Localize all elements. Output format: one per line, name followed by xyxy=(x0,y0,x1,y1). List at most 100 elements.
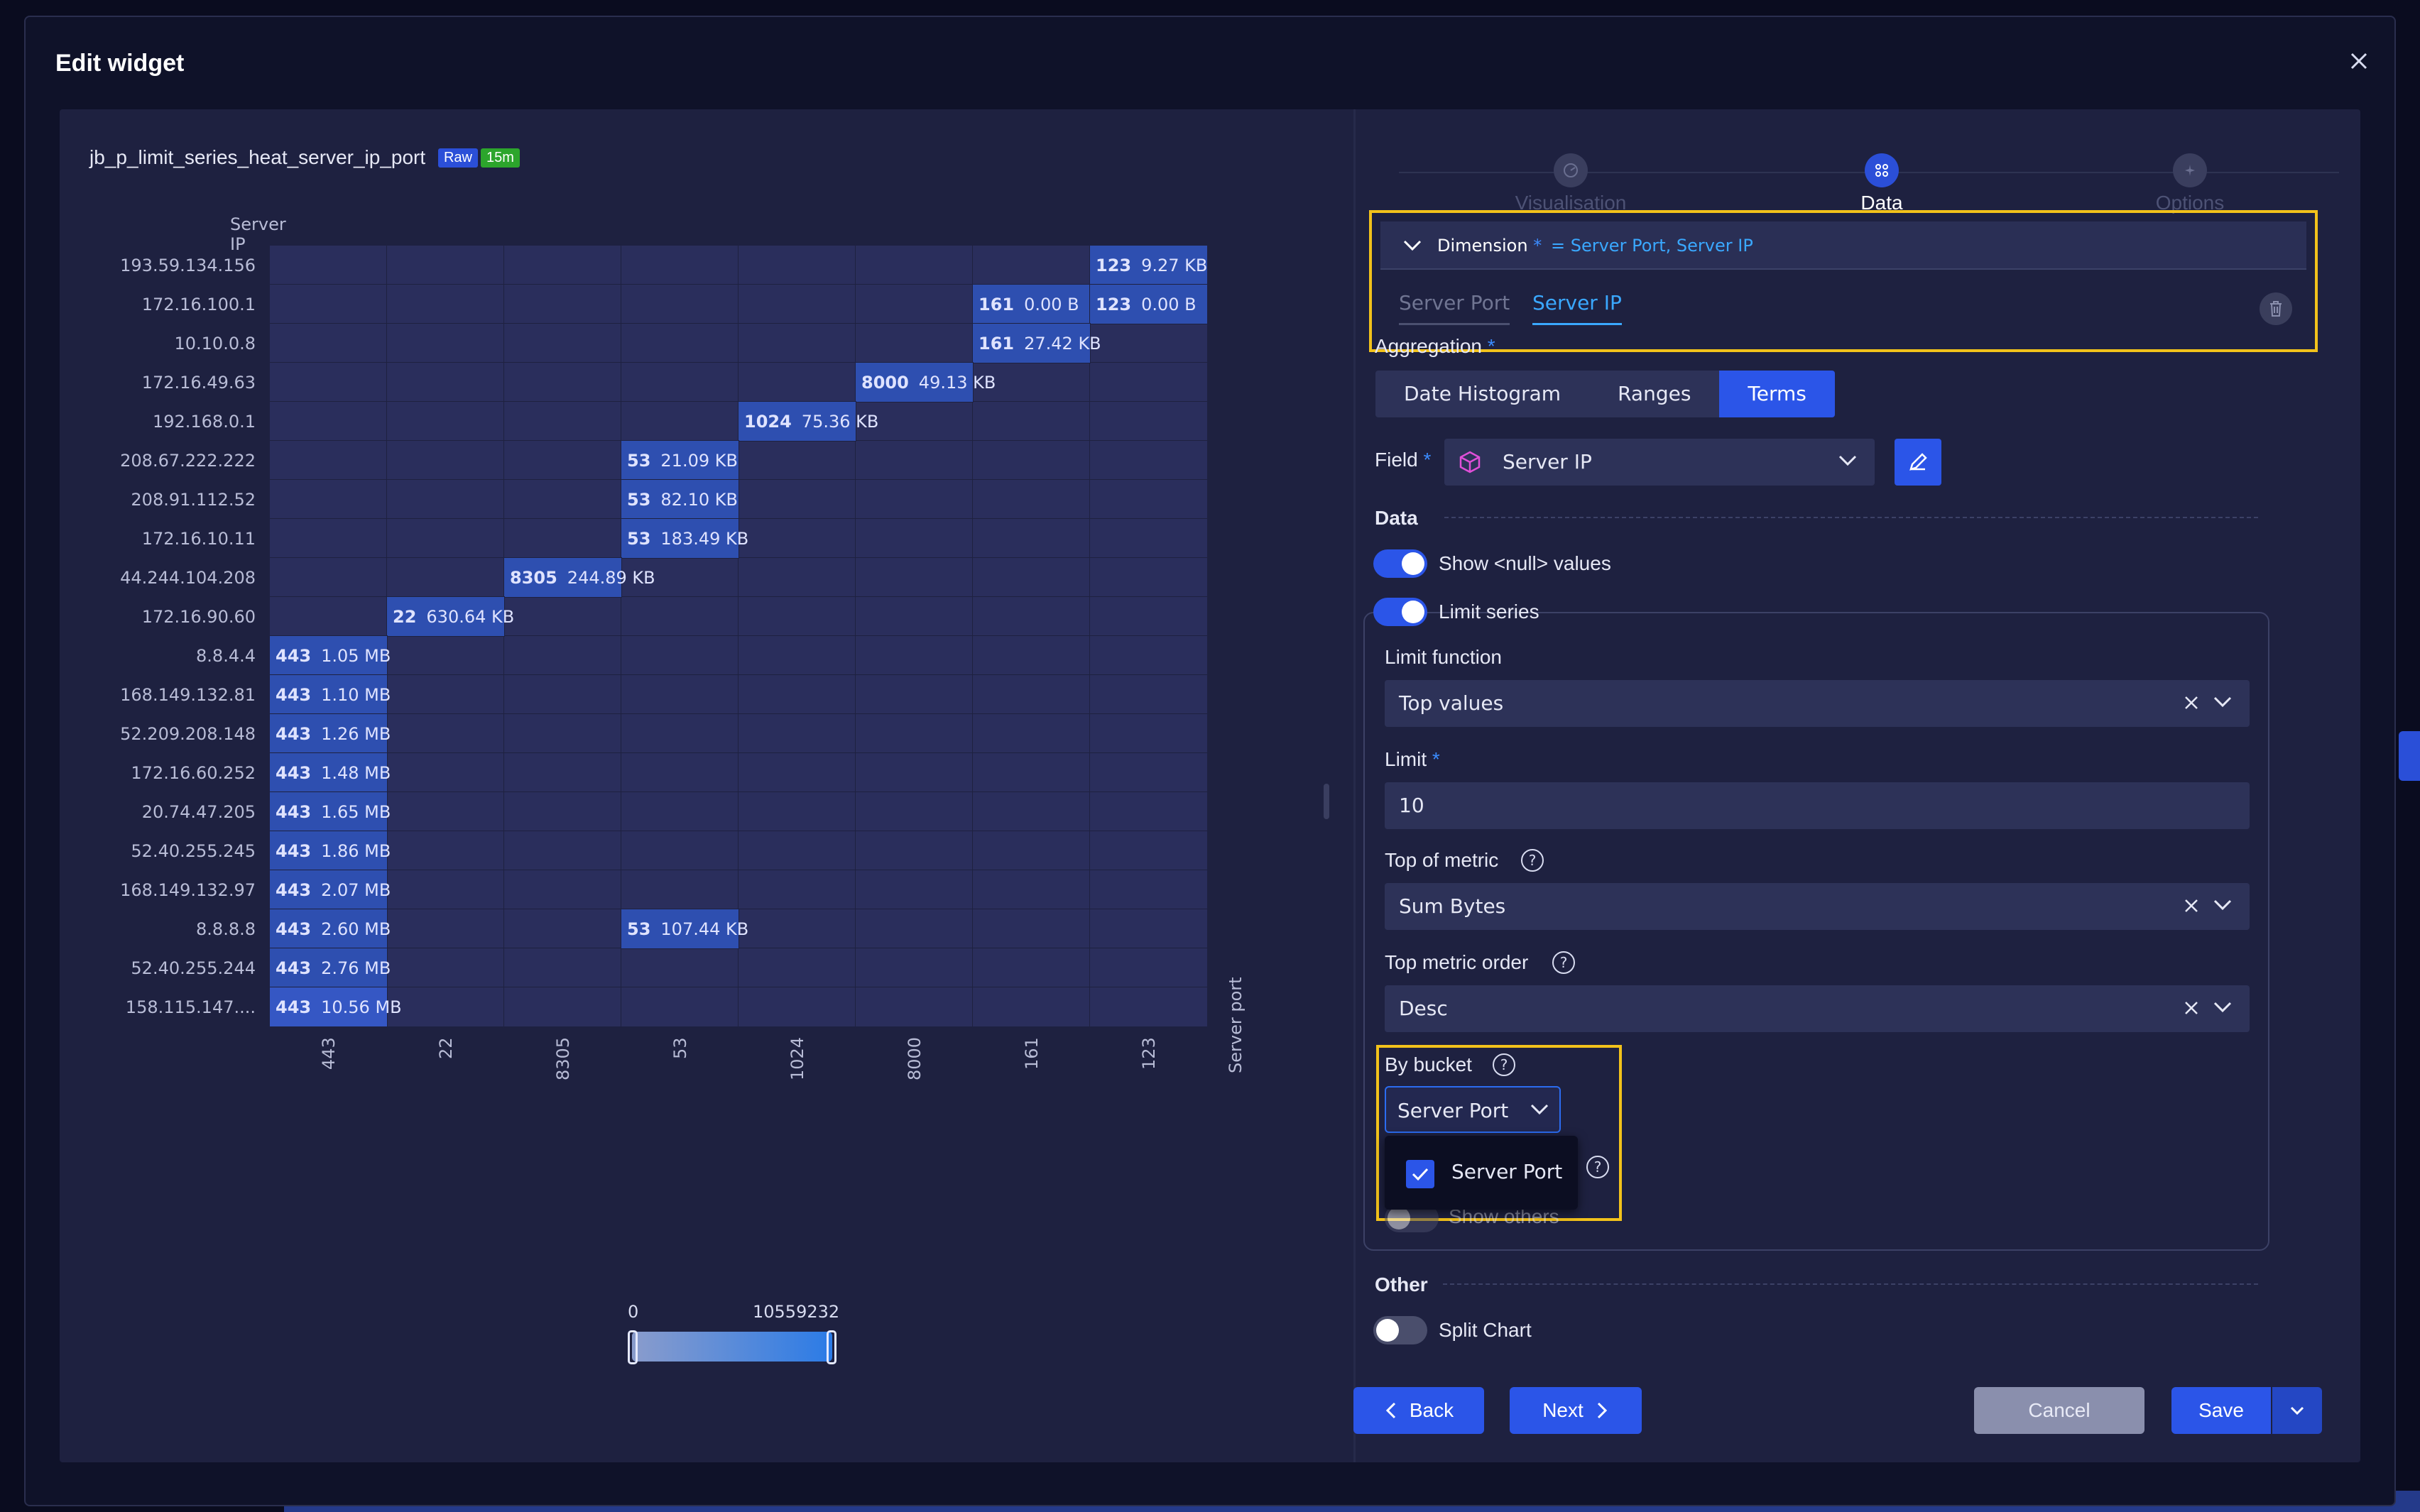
heatmap-cell[interactable] xyxy=(621,245,739,285)
heatmap-cell[interactable] xyxy=(1089,870,1208,910)
heatmap-cell[interactable] xyxy=(738,674,856,715)
agg-date-histogram[interactable]: Date Histogram xyxy=(1375,371,1590,417)
heatmap-cell[interactable] xyxy=(738,362,856,402)
heatmap-cell[interactable] xyxy=(621,557,739,598)
help-icon[interactable]: ? xyxy=(1552,951,1575,974)
help-icon[interactable]: ? xyxy=(1493,1053,1515,1076)
field-select[interactable]: Server IP xyxy=(1444,439,1875,486)
heatmap-cell[interactable] xyxy=(972,948,1091,988)
heatmap-cell[interactable] xyxy=(386,557,505,598)
heatmap-cell[interactable] xyxy=(972,401,1091,442)
heatmap-cell[interactable] xyxy=(855,870,974,910)
heatmap-cell[interactable] xyxy=(1089,948,1208,988)
heatmap-cell[interactable] xyxy=(269,596,388,637)
heatmap-cell[interactable] xyxy=(503,323,622,363)
clear-icon[interactable] xyxy=(2183,897,2200,917)
heatmap-cell[interactable] xyxy=(972,713,1091,754)
agg-ranges[interactable]: Ranges xyxy=(1589,371,1720,417)
back-button[interactable]: Back xyxy=(1353,1387,1484,1434)
heatmap-cell[interactable] xyxy=(386,909,505,949)
heatmap-cell[interactable] xyxy=(503,479,622,520)
heatmap-cell[interactable] xyxy=(621,870,739,910)
heatmap-cell[interactable] xyxy=(269,479,388,520)
heatmap-cell[interactable] xyxy=(738,245,856,285)
heatmap-cell[interactable] xyxy=(503,713,622,754)
heatmap-filled-cell[interactable] xyxy=(972,284,1091,324)
heatmap-cell[interactable] xyxy=(1089,831,1208,871)
heatmap-filled-cell[interactable] xyxy=(621,518,739,559)
heatmap-cell[interactable] xyxy=(738,831,856,871)
heatmap-cell[interactable] xyxy=(386,987,505,1027)
heatmap-cell[interactable] xyxy=(503,791,622,832)
heatmap-cell[interactable] xyxy=(503,909,622,949)
heatmap-cell[interactable] xyxy=(738,909,856,949)
heatmap-cell[interactable] xyxy=(855,245,974,285)
heatmap-cell[interactable] xyxy=(269,323,388,363)
heatmap-cell[interactable] xyxy=(738,987,856,1027)
heatmap-cell[interactable] xyxy=(621,635,739,676)
heatmap-cell[interactable] xyxy=(269,440,388,481)
heatmap-cell[interactable] xyxy=(855,401,974,442)
heatmap-cell[interactable] xyxy=(386,791,505,832)
heatmap-cell[interactable] xyxy=(1089,909,1208,949)
save-options-button[interactable] xyxy=(2272,1387,2322,1434)
heatmap-cell[interactable] xyxy=(972,596,1091,637)
heatmap-cell[interactable] xyxy=(621,713,739,754)
heatmap-filled-cell[interactable] xyxy=(269,909,388,949)
heatmap-cell[interactable] xyxy=(972,870,1091,910)
heatmap-cell[interactable] xyxy=(855,479,974,520)
heatmap-cell[interactable] xyxy=(972,752,1091,793)
heatmap-cell[interactable] xyxy=(503,635,622,676)
heatmap-filled-cell[interactable] xyxy=(1089,284,1208,324)
heatmap-cell[interactable] xyxy=(972,635,1091,676)
heatmap-cell[interactable] xyxy=(1089,479,1208,520)
dimension-header[interactable]: Dimension * = Server Port, Server IP xyxy=(1380,221,2306,270)
heatmap-cell[interactable] xyxy=(855,674,974,715)
heatmap-cell[interactable] xyxy=(269,518,388,559)
legend-max-handle[interactable] xyxy=(827,1330,836,1364)
heatmap-cell[interactable] xyxy=(972,479,1091,520)
heatmap-filled-cell[interactable] xyxy=(1089,245,1208,285)
heatmap-cell[interactable] xyxy=(855,791,974,832)
heatmap-cell[interactable] xyxy=(621,284,739,324)
heatmap-filled-cell[interactable] xyxy=(621,440,739,481)
limit-input[interactable]: 10 xyxy=(1385,782,2250,829)
heatmap-cell[interactable] xyxy=(738,518,856,559)
split-chart-toggle[interactable] xyxy=(1373,1316,1427,1344)
heatmap-cell[interactable] xyxy=(738,596,856,637)
heatmap-cell[interactable] xyxy=(386,440,505,481)
heatmap-cell[interactable] xyxy=(503,596,622,637)
heatmap-cell[interactable] xyxy=(503,870,622,910)
heatmap-cell[interactable] xyxy=(503,362,622,402)
heatmap-cell[interactable] xyxy=(621,831,739,871)
heatmap-filled-cell[interactable] xyxy=(269,870,388,910)
heatmap-cell[interactable] xyxy=(503,284,622,324)
heatmap-cell[interactable] xyxy=(972,557,1091,598)
limit-function-select[interactable]: Top values xyxy=(1385,680,2250,727)
heatmap-cell[interactable] xyxy=(503,831,622,871)
heatmap-filled-cell[interactable] xyxy=(269,674,388,715)
heatmap-cell[interactable] xyxy=(503,401,622,442)
heatmap-cell[interactable] xyxy=(855,635,974,676)
step-options[interactable]: Options xyxy=(2133,153,2247,214)
top-metric-select[interactable]: Sum Bytes xyxy=(1385,883,2250,930)
heatmap-cell[interactable] xyxy=(738,440,856,481)
heatmap-cell[interactable] xyxy=(503,674,622,715)
heatmap-cell[interactable] xyxy=(855,713,974,754)
heatmap-cell[interactable] xyxy=(386,362,505,402)
dropdown-option[interactable]: Server Port xyxy=(1451,1160,1562,1183)
heatmap-cell[interactable] xyxy=(738,479,856,520)
heatmap-cell[interactable] xyxy=(738,284,856,324)
heatmap-cell[interactable] xyxy=(621,987,739,1027)
heatmap-filled-cell[interactable] xyxy=(269,752,388,793)
heatmap-filled-cell[interactable] xyxy=(386,596,505,637)
limit-series-toggle[interactable] xyxy=(1373,598,1427,626)
heatmap-cell[interactable] xyxy=(855,596,974,637)
close-icon[interactable] xyxy=(2345,47,2373,75)
heatmap-cell[interactable] xyxy=(269,284,388,324)
heatmap-cell[interactable] xyxy=(621,948,739,988)
heatmap-cell[interactable] xyxy=(621,323,739,363)
help-icon[interactable]: ? xyxy=(1586,1156,1609,1178)
tab-server-port[interactable]: Server Port xyxy=(1399,291,1510,325)
clear-icon[interactable] xyxy=(2183,999,2200,1019)
